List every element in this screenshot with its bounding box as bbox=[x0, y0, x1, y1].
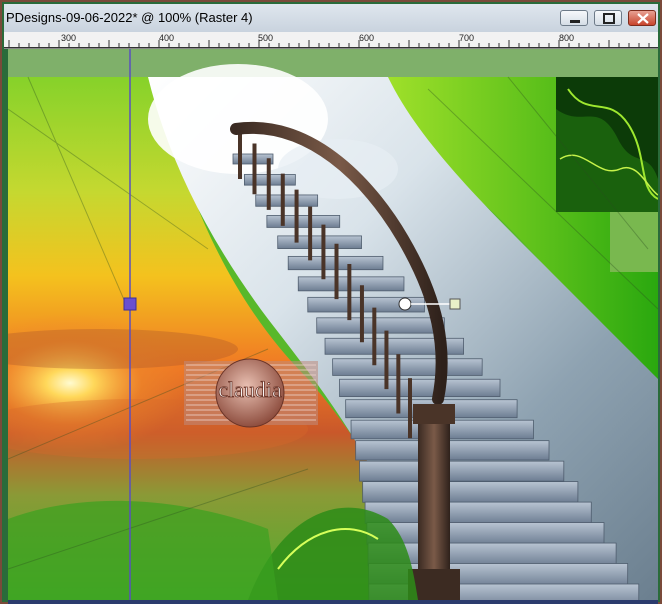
ruler-label-700: 700 bbox=[459, 33, 475, 43]
artwork: claudia bbox=[8, 49, 658, 600]
maximize-icon bbox=[603, 13, 615, 24]
image-canvas[interactable]: claudia bbox=[8, 49, 658, 600]
stair-step bbox=[255, 194, 319, 207]
window-title: PDesigns-09-06-2022* @ 100% (Raster 4) bbox=[6, 10, 253, 25]
stair-step bbox=[364, 501, 592, 524]
watermark-logo: claudia bbox=[184, 358, 318, 428]
stair-step bbox=[316, 317, 445, 334]
stair-step bbox=[355, 440, 550, 461]
stair-step bbox=[277, 235, 362, 249]
minimize-button[interactable] bbox=[560, 10, 588, 26]
guide-handle[interactable] bbox=[123, 297, 137, 311]
pivot-handle[interactable] bbox=[449, 298, 461, 310]
maximize-button[interactable] bbox=[594, 10, 622, 26]
ruler-label-800: 800 bbox=[559, 33, 575, 43]
title-bar[interactable]: PDesigns-09-06-2022* @ 100% (Raster 4) bbox=[4, 4, 658, 33]
stair-step bbox=[359, 460, 565, 482]
ruler-label-400: 400 bbox=[159, 33, 175, 43]
close-icon bbox=[637, 13, 649, 24]
rotation-handle-icon[interactable] bbox=[398, 297, 412, 311]
stair-step bbox=[362, 481, 579, 503]
bottom-edge bbox=[8, 600, 658, 604]
stair-step bbox=[339, 378, 501, 397]
watermark-text: claudia bbox=[218, 377, 282, 402]
close-button[interactable] bbox=[628, 10, 656, 26]
stair-step bbox=[266, 215, 341, 228]
ruler-label-500: 500 bbox=[258, 33, 274, 43]
horizontal-ruler[interactable]: 300 400 500 600 700 800 bbox=[4, 32, 658, 49]
minimize-icon bbox=[570, 20, 580, 23]
ruler-label-600: 600 bbox=[359, 33, 375, 43]
stair-step bbox=[332, 358, 483, 376]
document-window: PDesigns-09-06-2022* @ 100% (Raster 4) 3… bbox=[0, 0, 662, 604]
ruler-label-300: 300 bbox=[61, 33, 77, 43]
